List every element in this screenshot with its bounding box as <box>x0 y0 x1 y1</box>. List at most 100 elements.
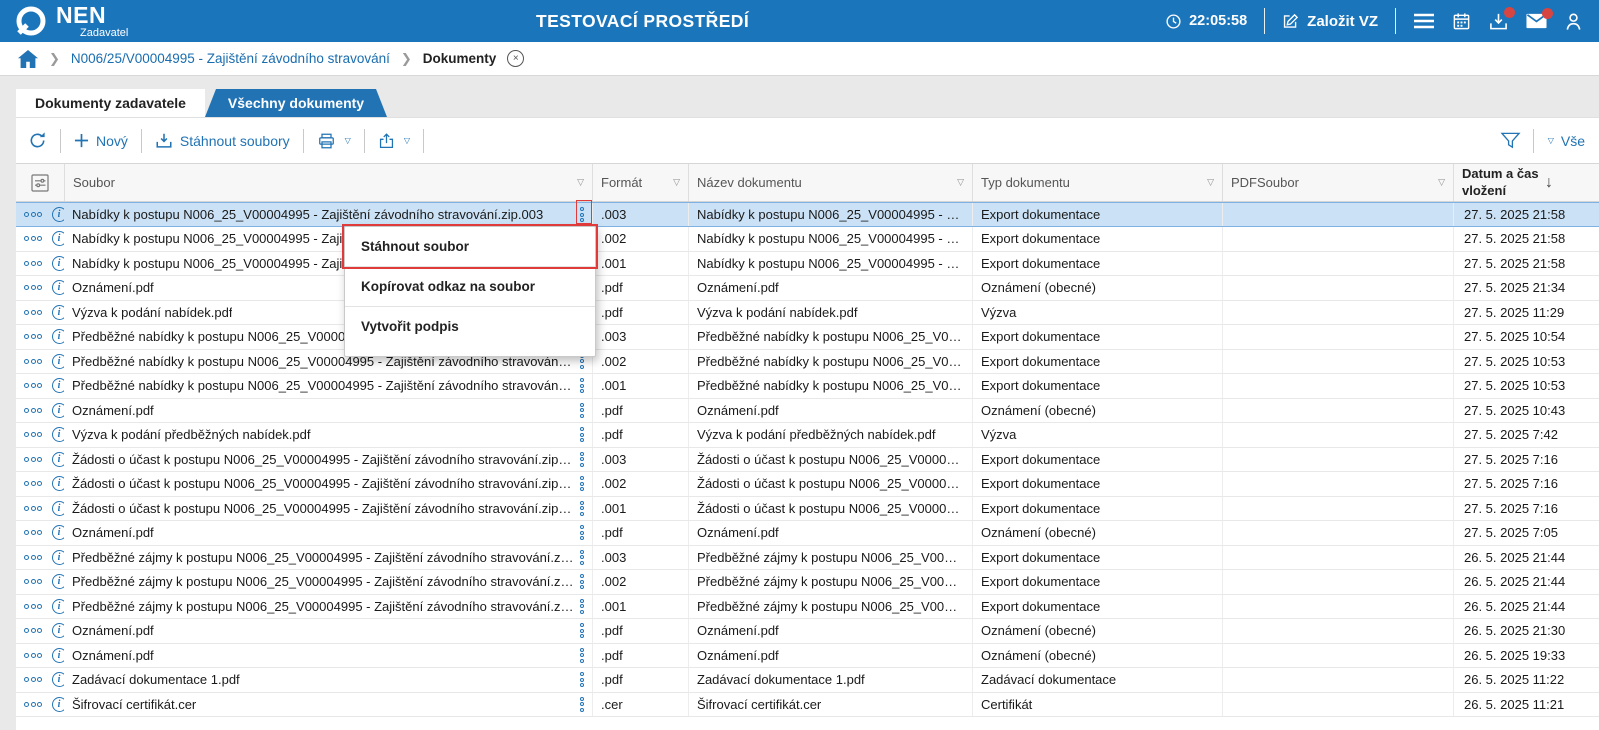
table-row[interactable]: i Nabídky k postupu N006_25_V00004995 - … <box>16 227 1599 252</box>
filter-icon[interactable] <box>1500 131 1521 150</box>
row-info-icon[interactable]: i <box>52 525 65 540</box>
row-info-icon[interactable]: i <box>52 403 65 418</box>
row-kebab-icon[interactable] <box>580 623 584 638</box>
new-document-button[interactable]: Nový <box>74 133 128 149</box>
table-row[interactable]: i Oznámení.pdf .pdf Oznámení.pdf Oznámen… <box>16 521 1599 546</box>
table-row[interactable]: i Nabídky k postupu N006_25_V00004995 - … <box>16 202 1599 227</box>
row-kebab-icon[interactable] <box>580 525 584 540</box>
context-menu-item[interactable]: Vytvořit podpis <box>345 307 595 347</box>
row-kebab-icon[interactable] <box>580 672 584 687</box>
row-info-icon[interactable]: i <box>52 648 65 663</box>
row-kebab-icon[interactable] <box>580 207 584 222</box>
column-filter-icon[interactable]: ▽ <box>673 177 680 188</box>
table-row[interactable]: i Předběžné nabídky k postupu N006_25_V0… <box>16 350 1599 375</box>
row-kebab-icon[interactable] <box>580 427 584 442</box>
row-more-actions-icon[interactable] <box>24 285 44 290</box>
row-info-icon[interactable]: i <box>52 672 65 687</box>
create-vz-button[interactable]: Založit VZ <box>1282 13 1378 30</box>
row-info-icon[interactable]: i <box>52 427 65 442</box>
row-more-actions-icon[interactable] <box>24 506 44 511</box>
calendar-button[interactable] <box>1452 12 1471 31</box>
column-header-typ-dokumentu[interactable]: Typ dokumentu ▽ <box>972 164 1222 201</box>
nen-logo[interactable]: NEN Zadavatel <box>0 4 128 39</box>
row-kebab-icon[interactable] <box>580 574 584 589</box>
row-info-icon[interactable]: i <box>52 280 65 295</box>
table-row[interactable]: i Oznámení.pdf .pdf Oznámení.pdf Oznámen… <box>16 644 1599 669</box>
export-dropdown-caret-icon[interactable]: ▽ <box>404 136 410 145</box>
row-info-icon[interactable]: i <box>52 697 65 712</box>
row-more-actions-icon[interactable] <box>24 359 44 364</box>
table-row[interactable]: i Předběžné zájmy k postupu N006_25_V000… <box>16 570 1599 595</box>
row-info-icon[interactable]: i <box>52 623 65 638</box>
downloads-button[interactable] <box>1488 12 1509 31</box>
download-files-button[interactable]: Stáhnout soubory <box>155 132 290 150</box>
row-info-icon[interactable]: i <box>52 476 65 491</box>
row-more-actions-icon[interactable] <box>24 261 44 266</box>
menu-button[interactable] <box>1413 13 1435 29</box>
row-info-icon[interactable]: i <box>52 354 65 369</box>
table-row[interactable]: i Předběžné nabídky k postupu N006_25_V0… <box>16 374 1599 399</box>
sort-descending-icon[interactable]: ↓ <box>1545 174 1553 192</box>
table-row[interactable]: i Žádosti o účast k postupu N006_25_V000… <box>16 472 1599 497</box>
table-row[interactable]: i Zadávací dokumentace 1.pdf .pdf Zadáva… <box>16 668 1599 693</box>
table-row[interactable]: i Žádosti o účast k postupu N006_25_V000… <box>16 497 1599 522</box>
row-kebab-icon[interactable] <box>580 550 584 565</box>
table-row[interactable]: i Předběžné zájmy k postupu N006_25_V000… <box>16 595 1599 620</box>
row-more-actions-icon[interactable] <box>24 212 44 217</box>
context-menu-item[interactable]: Kopírovat odkaz na soubor <box>345 267 595 307</box>
column-settings-header[interactable] <box>16 164 64 201</box>
row-more-actions-icon[interactable] <box>24 236 44 241</box>
row-more-actions-icon[interactable] <box>24 702 44 707</box>
row-kebab-icon[interactable] <box>580 403 584 418</box>
column-filter-icon[interactable]: ▽ <box>957 177 964 188</box>
row-more-actions-icon[interactable] <box>24 383 44 388</box>
row-info-icon[interactable]: i <box>52 329 65 344</box>
row-more-actions-icon[interactable] <box>24 677 44 682</box>
print-dropdown-caret-icon[interactable]: ▽ <box>345 136 351 145</box>
row-more-actions-icon[interactable] <box>24 555 44 560</box>
table-row[interactable]: i Oznámení.pdf .pdf Oznámení.pdf Oznámen… <box>16 276 1599 301</box>
tab-vsechny-dokumenty[interactable]: Všechny dokumenty <box>205 89 387 117</box>
row-kebab-icon[interactable] <box>580 648 584 663</box>
table-row[interactable]: i Předběžné zájmy k postupu N006_25_V000… <box>16 546 1599 571</box>
row-more-actions-icon[interactable] <box>24 432 44 437</box>
row-info-icon[interactable]: i <box>52 501 65 516</box>
row-kebab-icon[interactable] <box>580 476 584 491</box>
row-info-icon[interactable]: i <box>52 207 65 222</box>
column-filter-icon[interactable]: ▽ <box>1207 177 1214 188</box>
row-info-icon[interactable]: i <box>52 256 65 271</box>
row-info-icon[interactable]: i <box>52 574 65 589</box>
row-more-actions-icon[interactable] <box>24 310 44 315</box>
row-info-icon[interactable]: i <box>52 305 65 320</box>
row-more-actions-icon[interactable] <box>24 530 44 535</box>
filter-scope-dropdown[interactable]: ▽ Vše <box>1546 133 1585 149</box>
column-header-format[interactable]: Formát ▽ <box>592 164 688 201</box>
row-info-icon[interactable]: i <box>52 378 65 393</box>
home-icon[interactable] <box>18 50 38 68</box>
column-filter-icon[interactable]: ▽ <box>577 177 584 188</box>
row-info-icon[interactable]: i <box>52 599 65 614</box>
row-kebab-icon[interactable] <box>580 697 584 712</box>
row-more-actions-icon[interactable] <box>24 628 44 633</box>
row-info-icon[interactable]: i <box>52 231 65 246</box>
table-row[interactable]: i Výzva k podání nabídek.pdf .pdf Výzva … <box>16 301 1599 326</box>
column-filter-icon[interactable]: ▽ <box>1438 177 1445 188</box>
export-button[interactable]: ▽ <box>378 132 410 150</box>
row-kebab-icon[interactable] <box>580 452 584 467</box>
row-more-actions-icon[interactable] <box>24 334 44 339</box>
row-more-actions-icon[interactable] <box>24 457 44 462</box>
table-row[interactable]: i Oznámení.pdf .pdf Oznámení.pdf Oznámen… <box>16 399 1599 424</box>
table-row[interactable]: i Oznámení.pdf .pdf Oznámení.pdf Oznámen… <box>16 619 1599 644</box>
refresh-button[interactable] <box>28 131 47 150</box>
close-page-icon[interactable]: × <box>507 50 524 67</box>
row-more-actions-icon[interactable] <box>24 653 44 658</box>
profile-button[interactable] <box>1564 12 1583 31</box>
table-row[interactable]: i Šifrovací certifikát.cer .cer Šifrovac… <box>16 693 1599 718</box>
tab-dokumenty-zadavatele[interactable]: Dokumenty zadavatele <box>16 89 205 117</box>
table-row[interactable]: i Žádosti o účast k postupu N006_25_V000… <box>16 448 1599 473</box>
row-more-actions-icon[interactable] <box>24 408 44 413</box>
row-more-actions-icon[interactable] <box>24 604 44 609</box>
row-kebab-icon[interactable] <box>580 501 584 516</box>
row-kebab-icon[interactable] <box>580 599 584 614</box>
row-info-icon[interactable]: i <box>52 452 65 467</box>
